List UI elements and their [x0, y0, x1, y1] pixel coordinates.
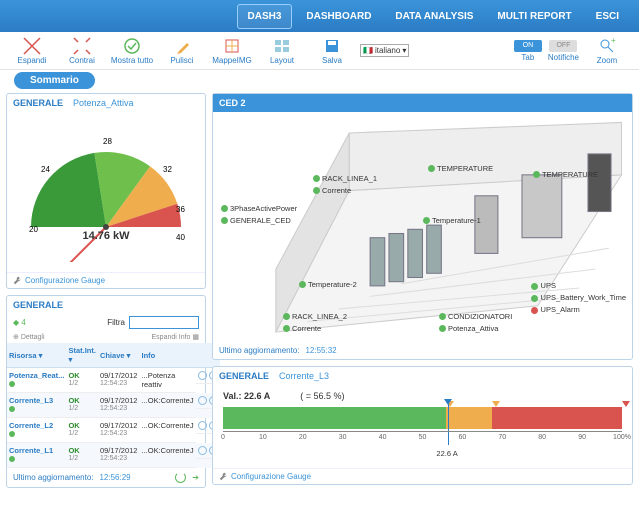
col-risorsa[interactable]: Risorsa ▾	[7, 343, 66, 368]
ced-panel: CED 2	[212, 93, 633, 360]
bar-title: GENERALE	[219, 371, 269, 381]
mappe-button[interactable]: MappeIMG	[210, 37, 254, 65]
bar-config-link[interactable]: Configurazione Gauge	[213, 468, 632, 484]
room-3d-icon	[213, 112, 632, 353]
gauge-title: GENERALE	[13, 98, 63, 108]
next-icon[interactable]: ➔	[192, 473, 199, 482]
bar-pointer-label: 22.6 A	[436, 449, 622, 458]
table-timestamp: 12:56:29	[99, 473, 130, 482]
expand-icon	[23, 37, 41, 55]
sommario-tab[interactable]: Sommario	[14, 72, 95, 89]
nav-dash3[interactable]: DASH3	[237, 4, 293, 29]
nav-multi-report[interactable]: MULTI REPORT	[487, 5, 581, 28]
gauge-value: 14.76 kW	[7, 230, 205, 242]
gauge-config-link[interactable]: Configurazione Gauge	[7, 272, 205, 288]
table-row[interactable]: Corrente_L3 OK1/2 09/17/201212:54:23 ...…	[7, 393, 220, 418]
notifiche-toggle[interactable]: OFF	[549, 40, 577, 52]
table-row[interactable]: Corrente_L1 OK1/2 09/17/201212:54:23 ...…	[7, 443, 220, 468]
reload-icon[interactable]	[175, 472, 186, 483]
filter-input[interactable]	[129, 316, 199, 329]
toolbar: Espandi Contrai Mostra tutto Pulisci Map…	[0, 32, 639, 70]
dettagli-toggle[interactable]: ⊕ Dettagli	[13, 333, 45, 341]
row-action-icon[interactable]	[198, 421, 207, 430]
bar-value: Val.: 22.6 A	[223, 391, 270, 401]
status-indicator: ◆ 4	[13, 318, 26, 327]
collapse-icon	[73, 37, 91, 55]
table-row[interactable]: Corrente_L2 OK1/2 09/17/201212:54:23 ...…	[7, 418, 220, 443]
salva-button[interactable]: Salva	[310, 37, 354, 65]
contrai-button[interactable]: Contrai	[60, 37, 104, 65]
bar-percent: ( = 56.5 %)	[300, 391, 344, 401]
svg-text:24: 24	[41, 165, 50, 174]
layout-icon	[273, 37, 291, 55]
pulisci-button[interactable]: Pulisci	[160, 37, 204, 65]
map-icon	[223, 37, 241, 55]
zoom-button[interactable]: + Zoom	[585, 37, 629, 65]
svg-text:36: 36	[176, 205, 185, 214]
gauge-panel: GENERALE Potenza_Attiva 20 24 28	[6, 93, 206, 289]
wrench-icon	[219, 472, 228, 481]
show-all-icon	[123, 37, 141, 55]
col-info[interactable]: Info	[139, 343, 195, 368]
flag-icon: 🇮🇹	[363, 46, 373, 55]
ced-title: CED 2	[219, 98, 246, 108]
nav-data-analysis[interactable]: DATA ANALYSIS	[385, 5, 483, 28]
clean-icon	[173, 37, 191, 55]
espandi-button[interactable]: Espandi	[10, 37, 54, 65]
ced-legend: UPS UPS_Battery_Work_Time UPS_Alarm	[531, 280, 626, 316]
col-stat[interactable]: Stat.Int. ▾	[66, 343, 98, 368]
bar-gauge	[223, 407, 622, 429]
layout-button[interactable]: Layout	[260, 37, 304, 65]
svg-text:28: 28	[103, 137, 112, 146]
row-action-icon[interactable]	[198, 371, 207, 380]
espandi-info-toggle[interactable]: Espandi Info ▦	[152, 333, 199, 341]
resource-table: Risorsa ▾ Stat.Int. ▾ Chiave ▾ Info Pote…	[7, 343, 220, 468]
tab-toggle[interactable]: ON	[514, 40, 542, 52]
bar-panel: GENERALE Corrente_L3 Val.: 22.6 A ( = 56…	[212, 366, 633, 485]
ced-3d-view[interactable]: RACK_LINEA_1 Corrente 3PhaseActivePower …	[213, 112, 632, 342]
save-icon	[323, 37, 341, 55]
mostra-tutto-button[interactable]: Mostra tutto	[110, 37, 154, 65]
language-select[interactable]: 🇮🇹 italiano ▾	[360, 44, 409, 57]
table-row[interactable]: Potenza_Reat... OK1/2 09/17/201212:54:23…	[7, 368, 220, 393]
bar-subtitle: Corrente_L3	[279, 371, 329, 381]
top-nav: DASH3 DASHBOARD DATA ANALYSIS MULTI REPO…	[0, 0, 639, 32]
nav-esci[interactable]: ESCI	[586, 5, 629, 28]
chevron-down-icon: ▾	[402, 46, 406, 55]
wrench-icon	[13, 276, 22, 285]
table-panel: GENERALE ◆ 4 Filtra ⊕ Dettagli Espandi I…	[6, 295, 206, 488]
row-action-icon[interactable]	[198, 396, 207, 405]
svg-text:+: +	[611, 37, 616, 45]
nav-dashboard[interactable]: DASHBOARD	[296, 5, 381, 28]
gauge-subtitle: Potenza_Attiva	[73, 98, 134, 108]
table-title: GENERALE	[13, 300, 63, 310]
svg-text:32: 32	[163, 165, 172, 174]
row-action-icon[interactable]	[198, 446, 207, 455]
zoom-icon: +	[598, 37, 616, 55]
col-chiave[interactable]: Chiave ▾	[98, 343, 140, 368]
